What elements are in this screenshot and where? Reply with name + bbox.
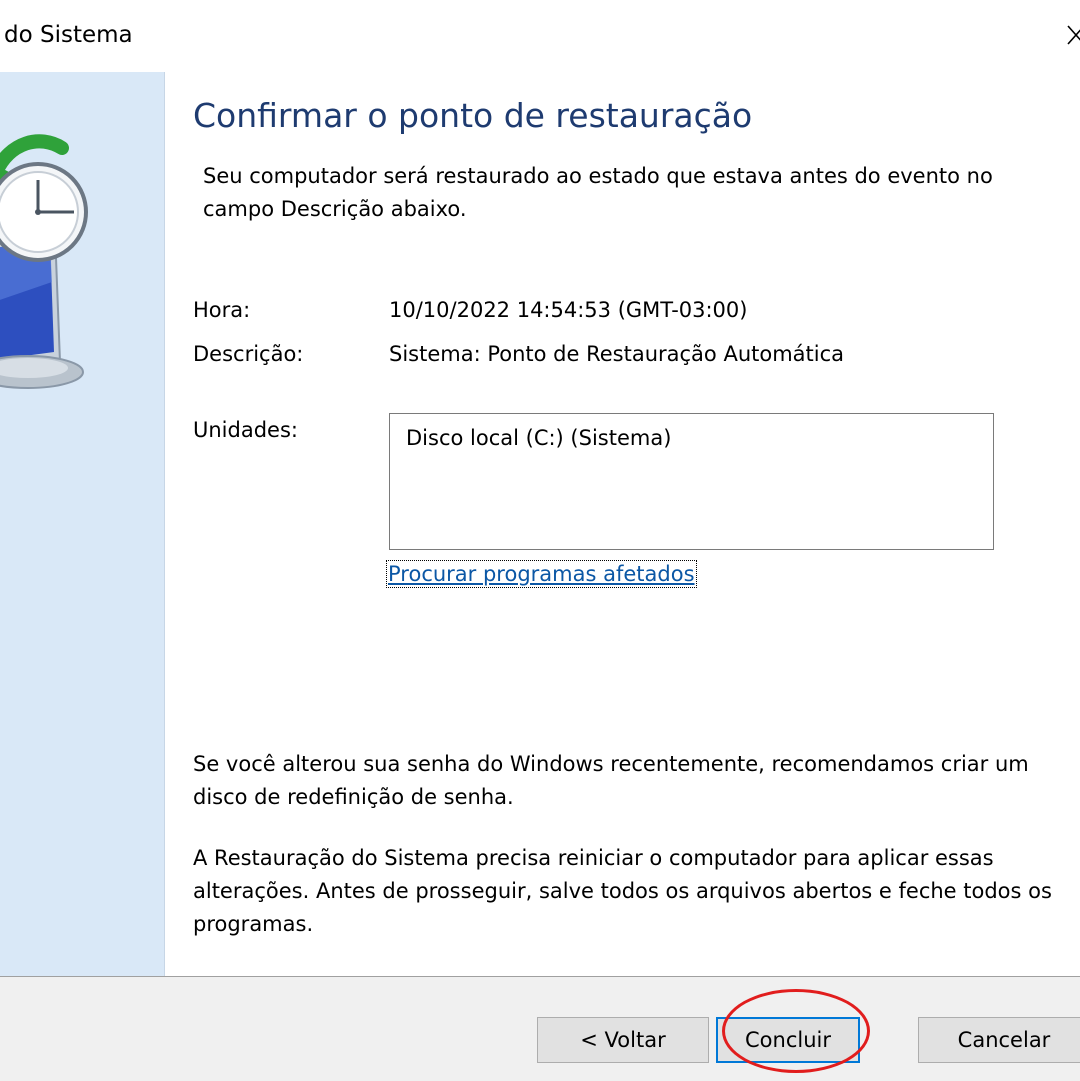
scan-affected-programs-link[interactable]: Procurar programas afetados: [386, 560, 697, 588]
system-restore-icon: [0, 134, 88, 389]
password-note: Se você alterou sua senha do Windows rec…: [193, 752, 1029, 809]
back-button[interactable]: < Voltar: [537, 1017, 709, 1063]
sidebar-panel: [0, 72, 165, 976]
cancel-button[interactable]: Cancelar: [918, 1017, 1080, 1063]
drives-listbox[interactable]: Disco local (C:) (Sistema): [389, 413, 994, 550]
hora-label: Hora:: [193, 298, 251, 322]
finish-button[interactable]: Concluir: [716, 1017, 860, 1063]
page-title: Confirmar o ponto de restauração: [193, 96, 753, 135]
hora-value: 10/10/2022 14:54:53 (GMT-03:00): [389, 298, 748, 322]
descricao-label: Descrição:: [193, 342, 304, 366]
restart-note: A Restauração do Sistema precisa reinici…: [193, 846, 1052, 936]
unidades-label: Unidades:: [193, 418, 298, 442]
title-bar[interactable]: do Sistema: [0, 0, 1080, 72]
list-item[interactable]: Disco local (C:) (Sistema): [406, 426, 671, 450]
close-icon[interactable]: [1062, 18, 1080, 52]
main-content: Confirmar o ponto de restauração Seu com…: [165, 72, 1080, 976]
descricao-value: Sistema: Ponto de Restauração Automática: [389, 342, 845, 366]
intro-text: Seu computador será restaurado ao estado…: [203, 164, 993, 221]
window-title: do Sistema: [4, 22, 133, 48]
button-bar: < Voltar Concluir Cancelar: [0, 976, 1080, 1081]
